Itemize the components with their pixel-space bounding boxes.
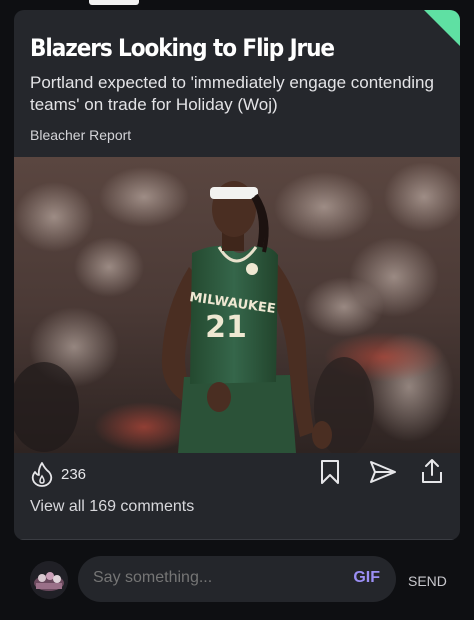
comment-box[interactable]: GIF — [78, 556, 396, 602]
corner-flag — [424, 10, 460, 46]
source-name[interactable]: Bleacher Report — [30, 127, 131, 143]
player-photo-illustration: MILWAUKEE 21 — [14, 157, 460, 453]
likes-count: 236 — [61, 466, 87, 483]
view-comments-link[interactable]: View all 169 comments — [30, 498, 194, 516]
home-indicator — [89, 0, 139, 5]
jersey-number: 21 — [205, 310, 247, 345]
card-divider — [14, 539, 460, 540]
comment-composer: GIF SEND — [0, 548, 474, 610]
gif-button[interactable]: GIF — [353, 569, 380, 587]
comment-input[interactable] — [93, 569, 333, 587]
headline[interactable]: Blazers Looking to Flip Jrue — [30, 34, 390, 62]
send-button[interactable]: SEND — [408, 573, 447, 589]
share-icon[interactable] — [420, 457, 444, 485]
send-icon[interactable] — [369, 459, 397, 485]
action-bar: 236 — [14, 455, 460, 495]
avatar[interactable] — [30, 561, 68, 599]
avatar-image — [30, 561, 68, 599]
fire-icon[interactable] — [30, 461, 54, 487]
subtitle: Portland expected to 'immediately engage… — [30, 73, 434, 114]
bookmark-icon[interactable] — [319, 459, 341, 485]
article-photo[interactable]: MILWAUKEE 21 — [14, 157, 460, 453]
